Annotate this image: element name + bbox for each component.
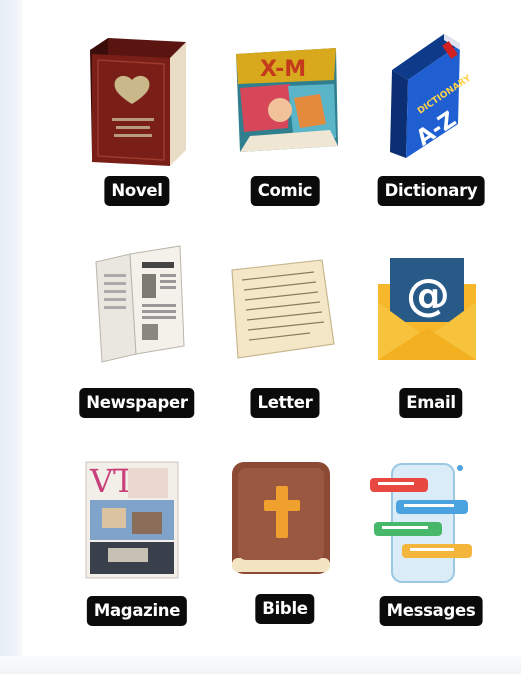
svg-text:@: @: [406, 270, 450, 321]
label-newspaper: Newspaper: [79, 388, 195, 418]
label-messages: Messages: [379, 596, 483, 626]
tile-email: @ Email: [356, 240, 506, 440]
label-letter: Letter: [250, 388, 320, 418]
label-comic: Comic: [250, 176, 320, 206]
tile-newspaper: Newspaper: [62, 240, 212, 440]
label-dictionary: Dictionary: [377, 176, 485, 206]
tile-letter: Letter: [210, 240, 360, 440]
label-magazine: Magazine: [86, 596, 188, 626]
tile-novel: Novel: [62, 28, 212, 228]
tile-bible: Bible: [210, 450, 360, 650]
tile-magazine: VT Magazine: [62, 450, 212, 650]
label-novel: Novel: [104, 176, 170, 206]
dictionary-icon: DICTIONARY A-Z: [390, 34, 473, 158]
bottom-edge-band: [0, 656, 521, 674]
messages-icon: [370, 463, 472, 583]
magazine-icon: VT: [85, 461, 179, 579]
left-edge-band: [0, 0, 22, 674]
novel-book-icon: [90, 38, 186, 166]
svg-text:X-M: X-M: [260, 57, 306, 82]
label-bible: Bible: [255, 594, 315, 624]
letter-icon: [231, 259, 335, 359]
email-icon: @: [378, 258, 476, 360]
bible-icon: [232, 462, 330, 574]
tile-comic: X-M Comic: [210, 28, 360, 228]
newspaper-icon: [95, 245, 185, 363]
comic-book-icon: X-M: [236, 48, 338, 152]
tile-messages: Messages: [356, 450, 506, 650]
tile-dictionary: DICTIONARY A-Z Dictionary: [356, 28, 506, 228]
label-email: Email: [399, 388, 463, 418]
